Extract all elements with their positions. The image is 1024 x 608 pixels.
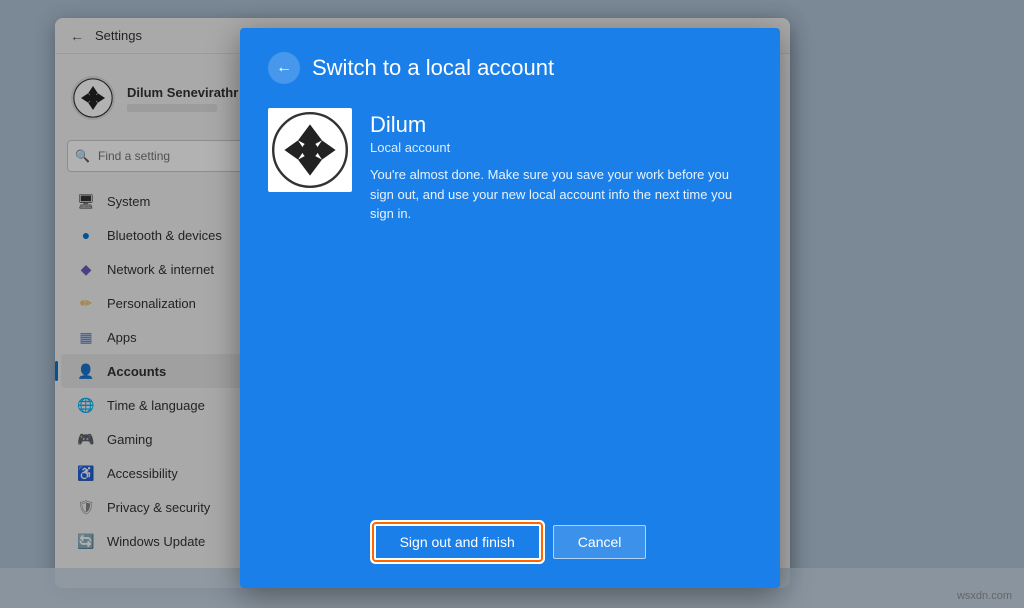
dialog-user-details: Dilum Local account You're almost done. …: [370, 108, 752, 224]
switch-local-account-dialog: ← Switch to a local account Dilum Local …: [240, 28, 780, 588]
dialog-avatar: [268, 108, 352, 192]
dialog-footer: Sign out and finish Cancel: [240, 508, 780, 588]
back-arrow-icon: ←: [276, 59, 292, 77]
dialog-user-name: Dilum: [370, 112, 752, 138]
dialog-header: ← Switch to a local account: [240, 28, 780, 100]
dialog-spacer: [268, 240, 752, 489]
dialog-back-button[interactable]: ←: [268, 52, 300, 84]
dialog-user-type: Local account: [370, 140, 752, 155]
dialog-description: You're almost done. Make sure you save y…: [370, 165, 752, 224]
dialog-content: Dilum Local account You're almost done. …: [240, 100, 780, 508]
cancel-button[interactable]: Cancel: [553, 525, 647, 559]
dialog-user-info: Dilum Local account You're almost done. …: [268, 108, 752, 224]
sign-out-finish-button[interactable]: Sign out and finish: [374, 524, 541, 560]
dialog-title: Switch to a local account: [312, 55, 554, 81]
watermark: wsxdn.com: [957, 590, 1012, 602]
